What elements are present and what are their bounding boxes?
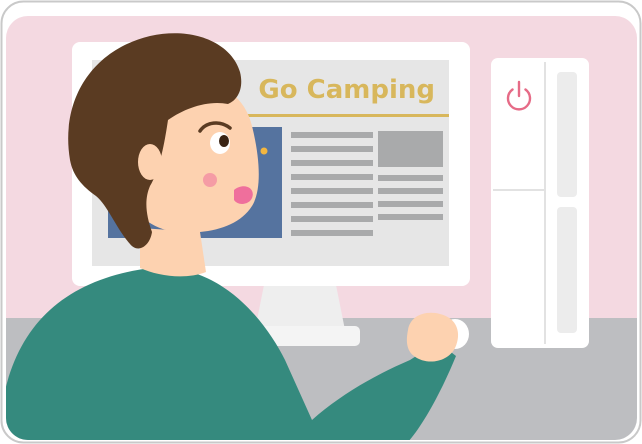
illustration-frame: Go Camping: [0, 0, 642, 444]
eye-pupil: [219, 135, 229, 147]
text-line: [291, 202, 373, 208]
sun-icon: [260, 147, 268, 155]
illustration-canvas: Go Camping: [0, 0, 642, 444]
side-photo: [378, 131, 443, 167]
text-line: [291, 146, 373, 152]
cheek-blush: [203, 173, 217, 187]
drive-bay-top: [557, 72, 577, 197]
text-line: [291, 174, 373, 180]
text-line: [291, 216, 373, 222]
ear: [138, 144, 162, 180]
text-line: [291, 132, 373, 138]
text-line: [378, 188, 443, 194]
text-line: [378, 201, 443, 207]
text-line: [291, 188, 373, 194]
text-line: [378, 175, 443, 181]
screen-headline: Go Camping: [258, 75, 435, 105]
text-line: [291, 230, 373, 236]
scene: Go Camping: [6, 16, 637, 440]
text-line: [378, 214, 443, 220]
headline-underline: [232, 114, 449, 117]
monitor-stand: [255, 280, 345, 330]
drive-bay-bottom: [557, 207, 577, 333]
text-line: [291, 160, 373, 166]
